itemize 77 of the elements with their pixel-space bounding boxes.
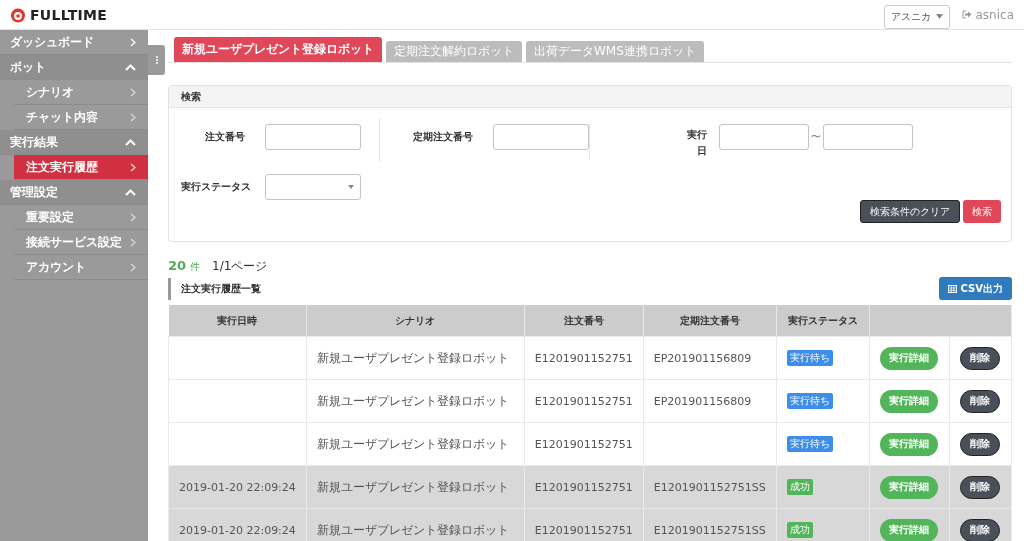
clear-button[interactable]: 検索条件のクリア [860,200,960,223]
table-cell: E1201901152751 [534,480,633,494]
delete-button[interactable]: 削除 [960,432,1001,456]
chevron-icon [130,262,136,272]
caret-icon [935,14,943,19]
chevron-icon [130,237,136,247]
column-header: 定期注文番号 [643,305,777,337]
detail-button[interactable]: 実行詳細 [880,518,939,541]
range-separator: 〜 [811,130,821,144]
status-badge: 実行待ち [786,350,833,366]
collapse-icon [125,138,136,146]
csv-button[interactable]: CSV出力 [938,277,1012,300]
input-field[interactable] [823,124,913,150]
search-button[interactable]: 検索 [963,200,1001,223]
logout-link[interactable]: asnica [961,7,1014,22]
table-cell: 新規ユーザプレゼント登録ロボット [316,436,509,451]
table-cell: E1201901152751 [534,523,633,537]
table-cell: E1201901152751SS [653,523,766,537]
table-cell: EP201901156809 [653,394,752,408]
logo-icon [10,6,26,23]
status-badge: 成功 [786,479,813,495]
table-cell: EP201901156809 [653,351,752,365]
table-cell: 新規ユーザプレゼント登録ロボット [316,479,509,494]
table-cell: 2019-01-20 22:09:24 [179,523,296,537]
select-field[interactable] [265,174,361,200]
status-badge: 実行待ち [786,436,833,452]
user-dropdown[interactable]: アスニカ [883,4,950,29]
status-badge: 成功 [786,522,813,538]
more-icon [155,56,158,64]
delete-button[interactable]: 削除 [960,475,1001,499]
chevron-icon [130,112,136,122]
delete-button[interactable]: 削除 [960,518,1001,541]
sidebar-toggle[interactable] [148,45,165,75]
chevron-icon [130,37,136,47]
count-unit: 件 [190,261,201,272]
input-field[interactable] [265,124,361,150]
section-title: 注文実行履歴一覧 [168,278,271,300]
table-cell: 新規ユーザプレゼント登録ロボット [316,393,509,408]
tab[interactable]: 新規ユーザプレゼント登録ロボット [174,37,382,62]
page-indicator: 1/1ページ [212,258,268,275]
column-header: シナリオ [306,305,525,337]
sidebar-item[interactable]: ボット [0,55,148,80]
input-field[interactable] [719,124,809,150]
table-cell: 2019-01-20 22:09:24 [179,480,296,494]
column-header: 実行ステータス [776,305,870,337]
chevron-icon [130,87,136,97]
collapse-icon [125,63,136,71]
table-cell: E1201901152751 [534,394,633,408]
detail-button[interactable]: 実行詳細 [880,475,939,499]
delete-button[interactable]: 削除 [960,389,1001,413]
logout-icon [961,10,972,19]
result-count: 20 [168,258,187,273]
sidebar-subitem[interactable]: 注文実行履歴 [14,155,148,180]
collapse-icon [125,188,136,196]
sidebar-item[interactable]: 実行結果 [0,130,148,155]
chevron-icon [130,212,136,222]
table-cell: 新規ユーザプレゼント登録ロボット [316,350,509,365]
detail-button[interactable]: 実行詳細 [880,389,939,413]
sidebar-item[interactable]: 管理設定 [0,180,148,205]
table-cell: 新規ユーザプレゼント登録ロボット [316,522,509,537]
field-label: 実行ステータス [180,180,251,194]
detail-button[interactable]: 実行詳細 [880,432,939,456]
logo-text: FULLTIME [30,6,108,23]
panel-title: 検索 [169,86,1011,108]
table-cell: E1201901152751SS [653,480,766,494]
table-icon [947,284,957,293]
field-label: 注文番号 [205,130,246,144]
column-header: 実行日時 [168,305,307,337]
chevron-icon [130,162,136,172]
status-badge: 実行待ち [786,393,833,409]
caret-icon [348,185,354,189]
delete-button[interactable]: 削除 [960,346,1001,370]
table-cell: E1201901152751 [534,437,633,451]
table-cell: E1201901152751 [534,351,633,365]
column-header: 注文番号 [524,305,644,337]
input-field[interactable] [493,124,589,150]
detail-button[interactable]: 実行詳細 [880,346,939,370]
